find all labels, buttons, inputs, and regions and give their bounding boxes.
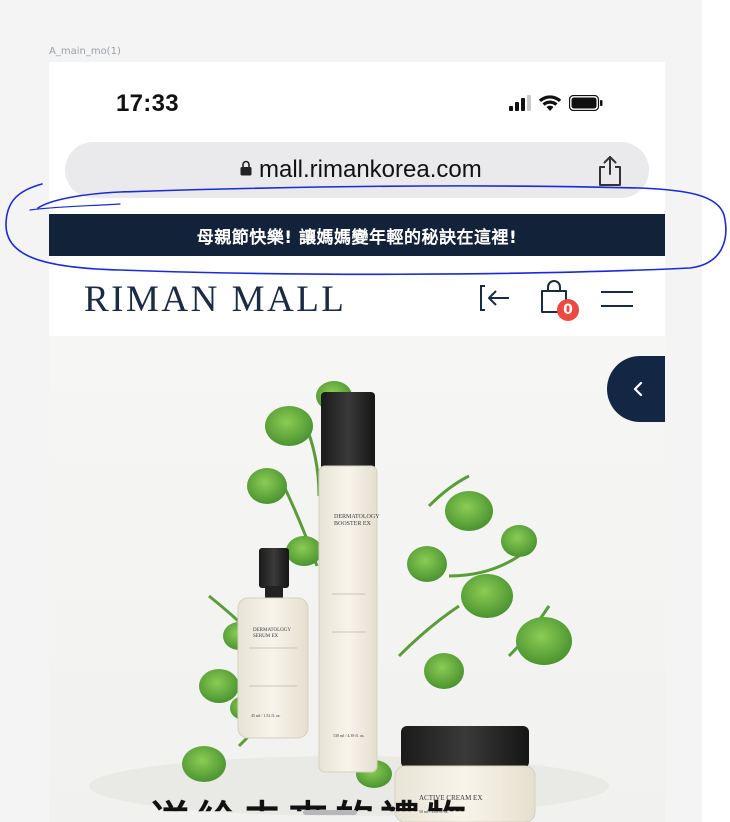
product-volume-booster: 130 ml / 4.39 fl. oz. xyxy=(333,733,365,738)
browser-address-bar[interactable]: mall.rimankorea.com xyxy=(65,142,649,198)
hamburger-menu-icon[interactable] xyxy=(600,290,634,308)
wifi-icon xyxy=(538,95,562,111)
frame-label: A_main_mo(1) xyxy=(49,46,121,57)
cart-count-badge: 0 xyxy=(557,299,579,321)
serum-label-line2: SERUM EX xyxy=(253,634,279,639)
side-collapse-tab[interactable] xyxy=(607,356,665,422)
site-logo[interactable]: RIMAN MALL xyxy=(84,278,346,321)
promo-banner-text: 母親節快樂! 讓媽媽變年輕的秘訣在這裡! xyxy=(196,227,518,248)
phone-screen: 17:33 mall.rimankorea.com 母親節快樂! 讓媽媽變年輕的… xyxy=(49,62,665,822)
product-label-booster: DERMATOLOGY BOOSTER EX xyxy=(334,514,380,528)
promo-banner[interactable]: 母親節快樂! 讓媽媽變年輕的秘訣在這裡! xyxy=(49,214,665,256)
hero-product-illustration xyxy=(89,381,609,822)
status-bar: 17:33 xyxy=(49,62,665,140)
hero-banner[interactable]: DERMATOLOGY BOOSTER EX 130 ml / 4.39 fl.… xyxy=(49,336,665,822)
chevron-left-icon xyxy=(633,381,643,397)
product-label-serum: DERMATOLOGY SERUM EX xyxy=(253,628,291,640)
canvas-right-strip xyxy=(702,0,730,822)
home-indicator[interactable] xyxy=(303,810,357,815)
site-header: RIMAN MALL 0 xyxy=(49,258,665,336)
status-icons xyxy=(509,91,603,115)
booster-label-line1: DERMATOLOGY xyxy=(334,514,380,520)
booster-label-line2: BOOSTER EX xyxy=(334,521,371,528)
battery-icon xyxy=(569,95,603,111)
status-time: 17:33 xyxy=(116,90,179,117)
signal-icon xyxy=(509,95,531,111)
product-volume-serum: 45 ml / 1.52 fl. oz. xyxy=(251,713,281,718)
browser-url[interactable]: mall.rimankorea.com xyxy=(259,156,482,184)
login-icon[interactable] xyxy=(479,284,513,312)
share-icon[interactable] xyxy=(597,155,623,187)
lock-icon xyxy=(240,160,252,176)
